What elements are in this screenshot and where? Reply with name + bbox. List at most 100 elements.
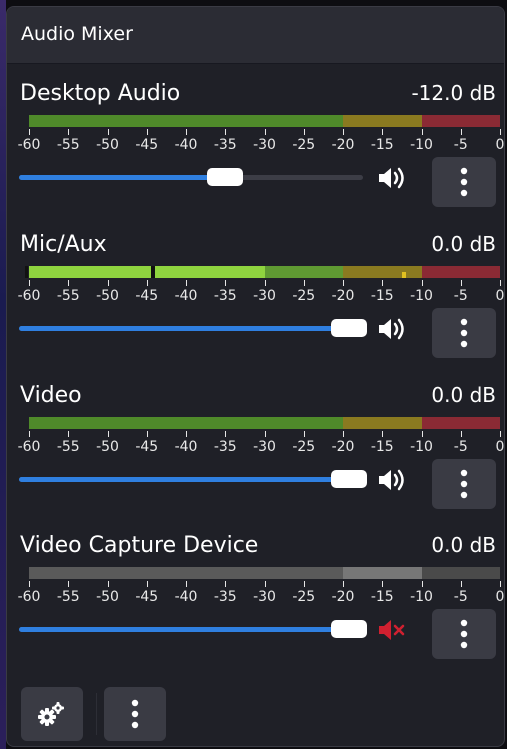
mute-toggle[interactable] bbox=[373, 465, 409, 495]
footer-divider bbox=[96, 693, 97, 735]
gears-icon bbox=[38, 702, 64, 726]
scale-label: -40 bbox=[174, 137, 198, 153]
channel-menu-button[interactable] bbox=[432, 308, 496, 358]
channel-menu-button[interactable] bbox=[432, 157, 496, 207]
channel-name: Video bbox=[20, 383, 82, 408]
scale-label: -45 bbox=[135, 137, 159, 153]
scale-label: -55 bbox=[56, 288, 80, 304]
audio-mixer-panel: Audio Mixer Desktop Audio -12.0 dB -60 -55-… bbox=[6, 6, 505, 747]
volume-slider-handle[interactable] bbox=[207, 168, 244, 186]
volume-slider[interactable] bbox=[19, 168, 363, 186]
scale-label: -35 bbox=[213, 589, 237, 605]
channel-volume-db: 0.0 dB bbox=[431, 533, 496, 557]
meter-scale: -60 -55 -50 -45 -40 -35 -30 -25 -20 -15 -10 -5 0 bbox=[17, 439, 505, 457]
vertical-dots-icon bbox=[131, 699, 139, 729]
scale-label: -60 bbox=[17, 439, 41, 455]
meter-ticks bbox=[29, 581, 501, 589]
scale-label: -20 bbox=[331, 137, 355, 153]
mute-toggle-muted[interactable] bbox=[373, 615, 409, 645]
scale-label: -45 bbox=[135, 439, 159, 455]
scale-label: -55 bbox=[56, 589, 80, 605]
scale-label: -20 bbox=[331, 439, 355, 455]
scale-label: -45 bbox=[135, 589, 159, 605]
mute-toggle[interactable] bbox=[373, 163, 409, 193]
channel-name: Mic/Aux bbox=[20, 232, 107, 257]
scale-label: -50 bbox=[96, 137, 119, 153]
volume-meter bbox=[29, 567, 500, 581]
scale-label: -10 bbox=[410, 439, 433, 455]
volume-meter bbox=[29, 115, 500, 129]
scale-label: -10 bbox=[410, 589, 433, 605]
panel-title: Audio Mixer bbox=[21, 23, 133, 45]
panel-header: Audio Mixer bbox=[7, 7, 504, 64]
scale-label: -15 bbox=[370, 589, 394, 605]
channel-volume-db: -12.0 dB bbox=[411, 81, 496, 105]
channel-menu-button[interactable] bbox=[432, 609, 496, 659]
meter-scale: -60 -55 -50 -45 -40 -35 -30 -25 -20 -15 -10 -5 0 bbox=[17, 589, 505, 607]
volume-slider[interactable] bbox=[19, 620, 368, 638]
scale-label: -40 bbox=[174, 288, 198, 304]
channel-name: Video Capture Device bbox=[20, 533, 259, 558]
meter-scale: -60 -55 -50 -45 -40 -35 -30 -25 -20 -15 -10 -5 0 bbox=[17, 137, 505, 155]
channel-strip: Desktop Audio -12.0 dB -60 -55 -50 -45 -40 -35-… bbox=[7, 81, 504, 231]
channel-menu-button[interactable] bbox=[432, 459, 496, 509]
channel-name: Desktop Audio bbox=[20, 81, 181, 106]
vertical-dots-icon bbox=[460, 469, 468, 499]
vertical-dots-icon bbox=[460, 619, 468, 649]
scale-label: -30 bbox=[253, 439, 276, 455]
speaker-volume-icon bbox=[379, 318, 404, 340]
speaker-muted-icon bbox=[379, 620, 405, 640]
channel-volume-db: 0.0 dB bbox=[431, 383, 496, 407]
volume-slider[interactable] bbox=[19, 319, 368, 337]
volume-slider-handle[interactable] bbox=[331, 319, 368, 337]
channel-strip: Video Capture Device 0.0 dB -60 -55 -50 -45 -4… bbox=[7, 533, 504, 683]
scale-label: 0 bbox=[495, 288, 505, 304]
scale-label: -35 bbox=[213, 137, 237, 153]
scale-label: -60 bbox=[17, 288, 41, 304]
scale-label: -50 bbox=[96, 589, 119, 605]
mixer-menu-button[interactable] bbox=[104, 687, 166, 741]
scale-label: -25 bbox=[292, 439, 316, 455]
scale-label: -40 bbox=[174, 589, 198, 605]
scale-label: -60 bbox=[17, 137, 41, 153]
scale-label: -5 bbox=[453, 288, 468, 304]
meter-ticks bbox=[29, 280, 501, 288]
volume-slider-handle[interactable] bbox=[331, 620, 368, 638]
scale-label: -25 bbox=[292, 589, 316, 605]
vertical-dots-icon bbox=[460, 318, 468, 348]
advanced-audio-properties-button[interactable] bbox=[21, 687, 83, 741]
speaker-volume-icon bbox=[379, 469, 404, 491]
scale-label: -15 bbox=[370, 288, 394, 304]
scale-label: -10 bbox=[410, 137, 433, 153]
meter-ticks bbox=[29, 431, 501, 439]
scale-label: -50 bbox=[96, 439, 119, 455]
scale-label: -15 bbox=[370, 439, 394, 455]
scale-label: -45 bbox=[135, 288, 159, 304]
scale-label: -30 bbox=[253, 288, 276, 304]
scale-label: -30 bbox=[253, 137, 276, 153]
scale-label: 0 bbox=[495, 589, 505, 605]
scale-label: -25 bbox=[292, 137, 316, 153]
scale-label: -55 bbox=[56, 137, 80, 153]
scale-label: -40 bbox=[174, 439, 198, 455]
channel-strip: Video 0.0 dB -60 -55 -50 -45 -40 -35 -30 -25 -20 -1… bbox=[7, 383, 504, 533]
scale-label: -20 bbox=[331, 589, 355, 605]
scale-label: -55 bbox=[56, 439, 80, 455]
scale-label: 0 bbox=[495, 137, 505, 153]
scale-label: -10 bbox=[410, 288, 433, 304]
channel-strip: Mic/Aux 0.0 dB -60 -55 -50 -45 -40 -35 -30 -25 -20… bbox=[7, 232, 504, 382]
vertical-dots-icon bbox=[460, 167, 468, 197]
scale-label: -15 bbox=[370, 137, 394, 153]
channel-volume-db: 0.0 dB bbox=[431, 232, 496, 256]
speaker-volume-icon bbox=[379, 167, 404, 189]
volume-slider[interactable] bbox=[19, 470, 368, 488]
volume-meter bbox=[25, 266, 500, 280]
scale-label: -25 bbox=[292, 288, 316, 304]
scale-label: -5 bbox=[453, 589, 468, 605]
scale-label: -20 bbox=[331, 288, 355, 304]
meter-scale: -60 -55 -50 -45 -40 -35 -30 -25 -20 -15 -10 -5 0 bbox=[17, 288, 505, 306]
scale-label: 0 bbox=[495, 439, 505, 455]
mute-toggle[interactable] bbox=[373, 314, 409, 344]
volume-slider-handle[interactable] bbox=[331, 470, 368, 488]
scale-label: -5 bbox=[453, 439, 468, 455]
